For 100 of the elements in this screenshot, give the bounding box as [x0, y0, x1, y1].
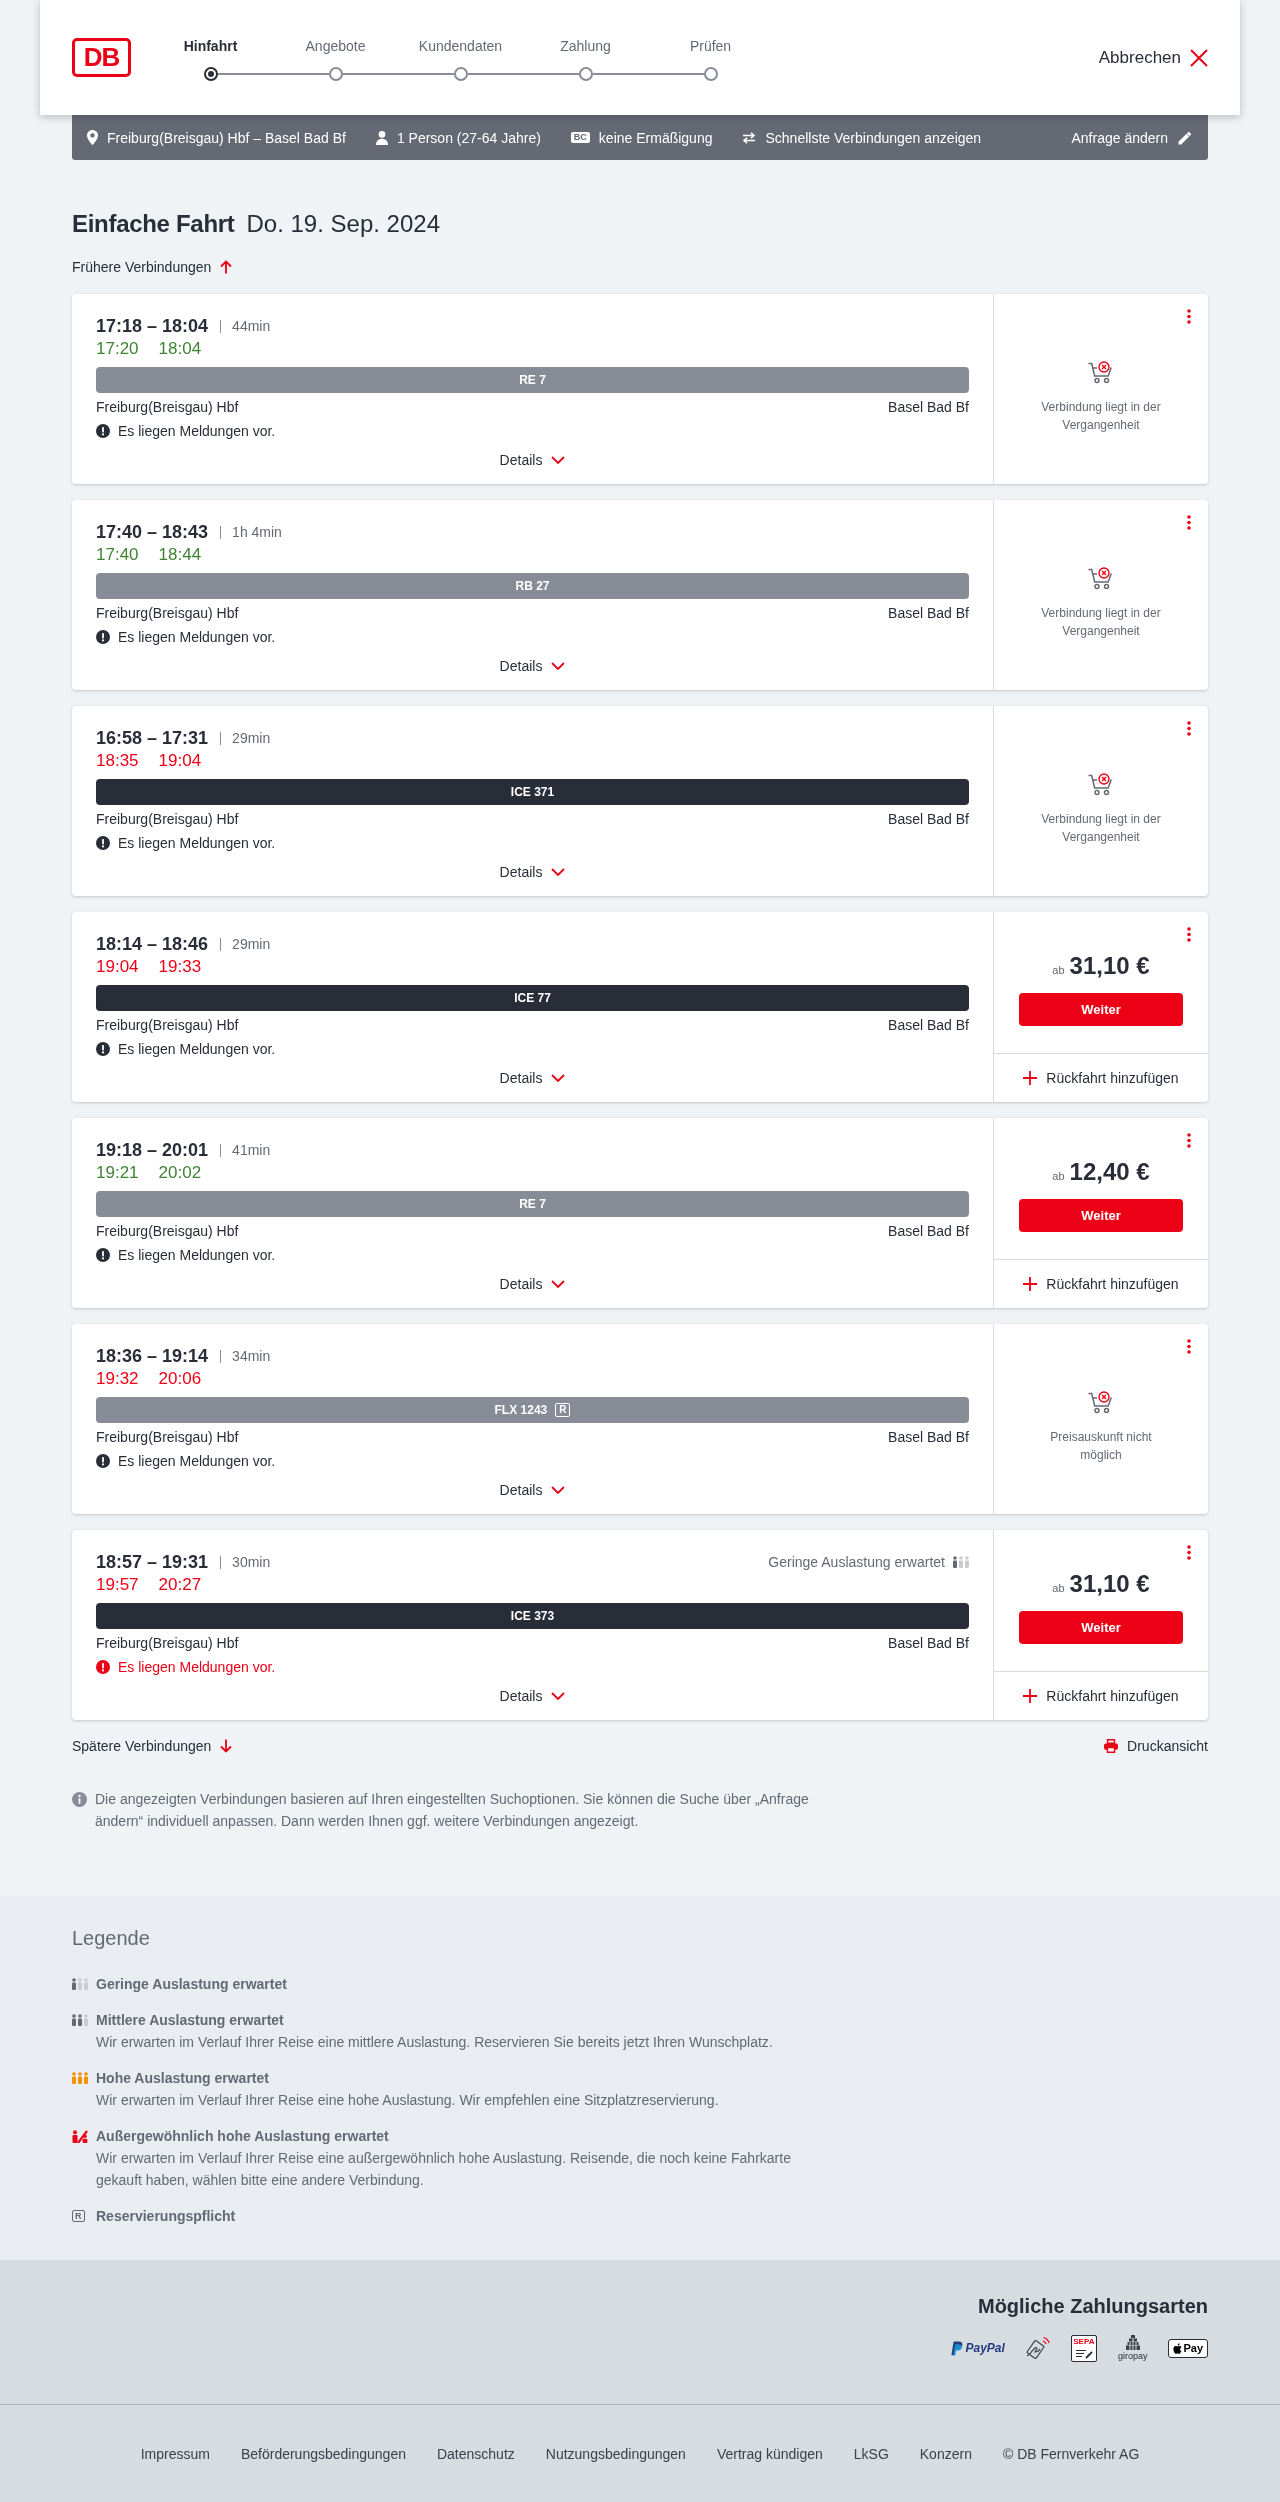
arrival-station: Basel Bad Bf — [888, 1016, 969, 1035]
planned-times: 18:36 – 19:14 — [96, 1345, 209, 1367]
reservation-badge: R — [72, 2210, 85, 2222]
chevron-down-icon — [551, 662, 566, 670]
more-options-icon[interactable] — [1187, 1545, 1191, 1560]
arrow-down-icon — [220, 1739, 233, 1753]
planned-times: 19:18 – 20:01 — [96, 1139, 209, 1161]
giropay-label: giropay — [1117, 2351, 1148, 2361]
chevron-down-icon — [551, 1692, 566, 1700]
chevron-down-icon — [551, 1486, 566, 1494]
footer-link[interactable]: Nutzungsbedingungen — [545, 2445, 686, 2462]
departure-station: Freiburg(Breisgau) Hbf — [96, 398, 239, 417]
legend-item-title: Reservierungspflicht — [96, 2207, 236, 2226]
message-text: Es liegen Meldungen vor. — [118, 834, 276, 853]
legend-item-title: Außergewöhnlich hohe Auslastung erwartet — [96, 2127, 390, 2146]
chevron-down-icon — [551, 1280, 566, 1288]
train-name: ICE 371 — [510, 785, 555, 799]
pencil-icon — [1178, 130, 1192, 145]
arrival-station: Basel Bad Bf — [888, 398, 969, 417]
more-options-icon[interactable] — [1187, 309, 1191, 324]
summary-text: keine Ermäßigung — [598, 129, 713, 146]
offer-status-text: Verbindung liegt in der Vergangenheit — [1040, 399, 1162, 434]
footer-link[interactable]: Konzern — [919, 2445, 972, 2462]
realtime-departure: 19:57 — [96, 1575, 139, 1595]
duration-text: 30min — [232, 1554, 271, 1570]
duration-text: 41min — [232, 1142, 271, 1158]
cancel-button[interactable]: Abbrechen — [1098, 47, 1208, 68]
footer-link[interactable]: Vertrag kündigen — [716, 2445, 823, 2462]
offer-status-text: Verbindung liegt in der Vergangenheit — [1040, 605, 1162, 640]
later-connections-link[interactable]: Spätere Verbindungen — [72, 1738, 233, 1754]
notice-text: Die angezeigten Verbindungen basieren auf Ihren eingestellten Suchoptionen. Sie können die Suche über „Anfrage ändern“ individuell anpassen. Dann werden Ihnen ggf. weitere Verbindungen angezeigt. — [95, 1790, 810, 1831]
duration-text: 29min — [232, 936, 271, 952]
train-name: RB 27 — [515, 579, 550, 593]
arrival-station: Basel Bad Bf — [888, 1222, 969, 1241]
earlier-connections-link[interactable]: Frühere Verbindungen — [72, 259, 233, 275]
step-label: Hinfahrt — [182, 36, 239, 55]
departure-station: Freiburg(Breisgau) Hbf — [96, 604, 239, 623]
message-text: Es liegen Meldungen vor. — [118, 1658, 276, 1677]
contactless-payment-icon — [1025, 2336, 1050, 2360]
message-text: Es liegen Meldungen vor. — [118, 628, 276, 647]
arrival-station: Basel Bad Bf — [888, 1634, 969, 1653]
chevron-down-icon — [551, 1074, 566, 1082]
departure-station: Freiburg(Breisgau) Hbf — [96, 1428, 239, 1447]
details-button[interactable]: Details — [499, 1684, 566, 1708]
details-button[interactable]: Details — [499, 1066, 566, 1090]
realtime-arrival: 19:04 — [158, 751, 202, 771]
details-button[interactable]: Details — [499, 448, 566, 472]
train-name: RE 7 — [519, 373, 546, 387]
duration-text: 1h 4min — [232, 524, 282, 540]
more-options-icon[interactable] — [1187, 721, 1191, 736]
cart-crossed-icon — [1088, 361, 1114, 384]
details-button[interactable]: Details — [499, 1478, 566, 1502]
details-button[interactable]: Details — [499, 860, 566, 884]
more-options-icon[interactable] — [1187, 1339, 1191, 1354]
chevron-down-icon — [551, 868, 566, 876]
footer-link[interactable]: Beförderungsbedingungen — [240, 2445, 406, 2462]
legend-title: Legende — [72, 1926, 150, 1951]
copyright-text: © DB Fernverkehr AG — [1002, 2445, 1140, 2462]
realtime-departure: 19:21 — [96, 1163, 139, 1183]
departure-station: Freiburg(Breisgau) Hbf — [96, 810, 239, 829]
realtime-arrival: 18:04 — [158, 339, 202, 359]
legend-item-text: Wir erwarten im Verlauf Ihrer Reise eine außergewöhnlich hohe Auslastung. Reisende, die noch keine Fahrkarte gekauft haben, wählen bitte eine andere Verbindung. — [96, 2149, 792, 2190]
train-name: ICE 373 — [510, 1609, 555, 1623]
apple-icon — [1173, 2342, 1183, 2354]
person-icon — [375, 130, 388, 145]
reservation-badge: R — [555, 1403, 571, 1417]
more-options-icon[interactable] — [1187, 927, 1191, 942]
card-badge: BC — [570, 132, 590, 143]
continue-button[interactable]: Weiter — [1019, 1611, 1183, 1644]
legend-item-title: Geringe Auslastung erwartet — [96, 1975, 287, 1994]
payment-title: Mögliche Zahlungsarten — [977, 2294, 1208, 2319]
plus-icon — [1023, 1071, 1038, 1085]
printer-icon — [1104, 1739, 1119, 1753]
realtime-departure: 18:35 — [96, 751, 139, 771]
print-view-link[interactable]: Druckansicht — [1104, 1738, 1208, 1754]
edit-request-button[interactable]: Anfrage ändern — [1071, 129, 1192, 146]
more-options-icon[interactable] — [1187, 1133, 1191, 1148]
duration-text: 44min — [232, 318, 271, 334]
message-text: Es liegen Meldungen vor. — [118, 1452, 276, 1471]
price-prefix: ab — [1052, 963, 1065, 978]
occupancy-text: Geringe Auslastung erwartet — [768, 1554, 945, 1570]
building-icon — [1125, 2335, 1140, 2350]
add-return-trip-button[interactable]: Rückfahrt hinzufügen — [1023, 1276, 1179, 1292]
footer-link[interactable]: LkSG — [853, 2445, 889, 2462]
pay-label: Pay — [1183, 2341, 1203, 2355]
details-button[interactable]: Details — [499, 654, 566, 678]
details-button[interactable]: Details — [499, 1272, 566, 1296]
more-options-icon[interactable] — [1187, 515, 1191, 530]
footer-link[interactable]: Datenschutz — [436, 2445, 515, 2462]
footer-link[interactable]: Impressum — [140, 2445, 210, 2462]
sepa-label: SEPA — [1073, 2336, 1095, 2347]
arrow-up-icon — [220, 260, 233, 274]
logo[interactable]: DB — [72, 38, 131, 77]
legend-item-text: Wir erwarten im Verlauf Ihrer Reise eine hohe Auslastung. Wir empfehlen eine Sitzplatzreservierung. — [96, 2091, 719, 2110]
people-icon — [72, 2072, 88, 2084]
message-text: Es liegen Meldungen vor. — [118, 1040, 276, 1059]
continue-button[interactable]: Weiter — [1019, 1199, 1183, 1232]
add-return-trip-button[interactable]: Rückfahrt hinzufügen — [1023, 1688, 1179, 1704]
add-return-trip-button[interactable]: Rückfahrt hinzufügen — [1023, 1070, 1179, 1086]
continue-button[interactable]: Weiter — [1019, 993, 1183, 1026]
